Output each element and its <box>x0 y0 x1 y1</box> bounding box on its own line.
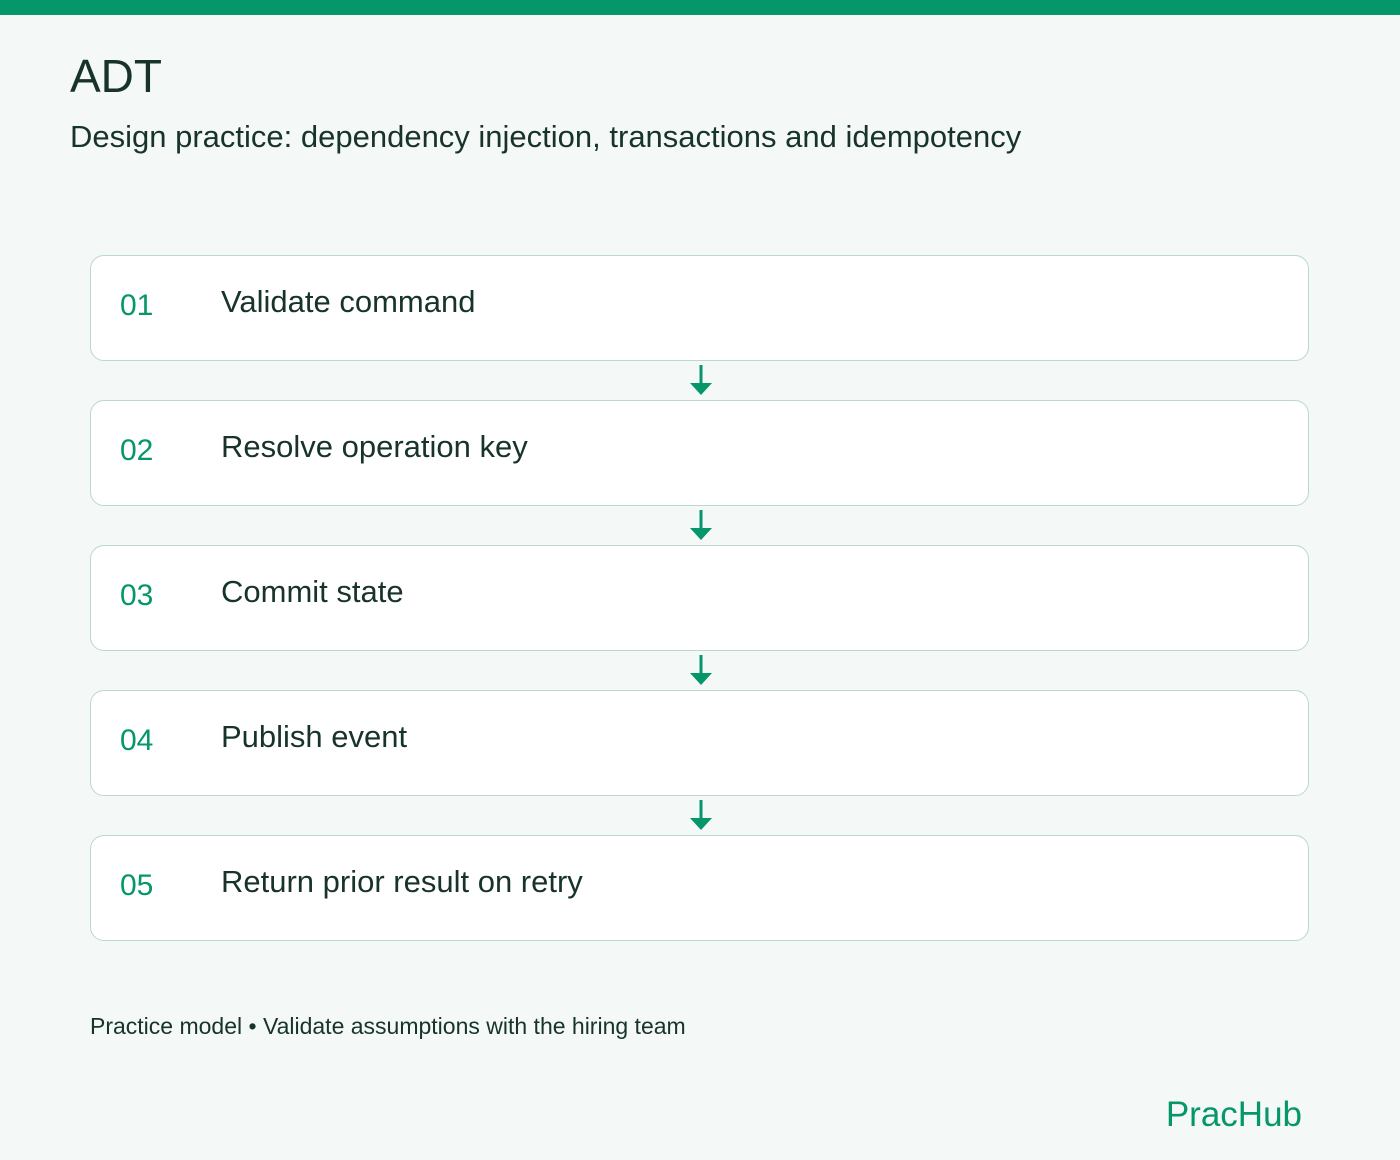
step-card-3: 03 Commit state <box>90 545 1309 651</box>
step-number: 02 <box>120 434 154 467</box>
step-label: Return prior result on retry <box>221 864 583 899</box>
step-label: Validate command <box>221 284 476 319</box>
step-number: 03 <box>120 579 154 612</box>
down-arrow-icon <box>690 655 712 685</box>
page-subtitle: Design practice: dependency injection, t… <box>70 119 1022 154</box>
down-arrow-icon <box>690 510 712 540</box>
footnote: Practice model • Validate assumptions wi… <box>90 1013 686 1039</box>
step-number: 04 <box>120 724 154 757</box>
step-label: Commit state <box>221 574 404 609</box>
down-arrow-icon <box>690 800 712 830</box>
step-card-2: 02 Resolve operation key <box>90 400 1309 506</box>
down-arrow-icon <box>690 365 712 395</box>
step-card-4: 04 Publish event <box>90 690 1309 796</box>
brand-logo: PracHub <box>1165 1095 1302 1134</box>
step-card-5: 05 Return prior result on retry <box>90 835 1309 941</box>
step-card-1: 01 Validate command <box>90 255 1309 361</box>
step-number: 01 <box>120 289 154 322</box>
step-label: Resolve operation key <box>221 429 528 464</box>
page-title: ADT <box>70 50 162 102</box>
top-accent-bar <box>0 0 1400 15</box>
step-number: 05 <box>120 869 154 902</box>
step-label: Publish event <box>221 719 408 754</box>
